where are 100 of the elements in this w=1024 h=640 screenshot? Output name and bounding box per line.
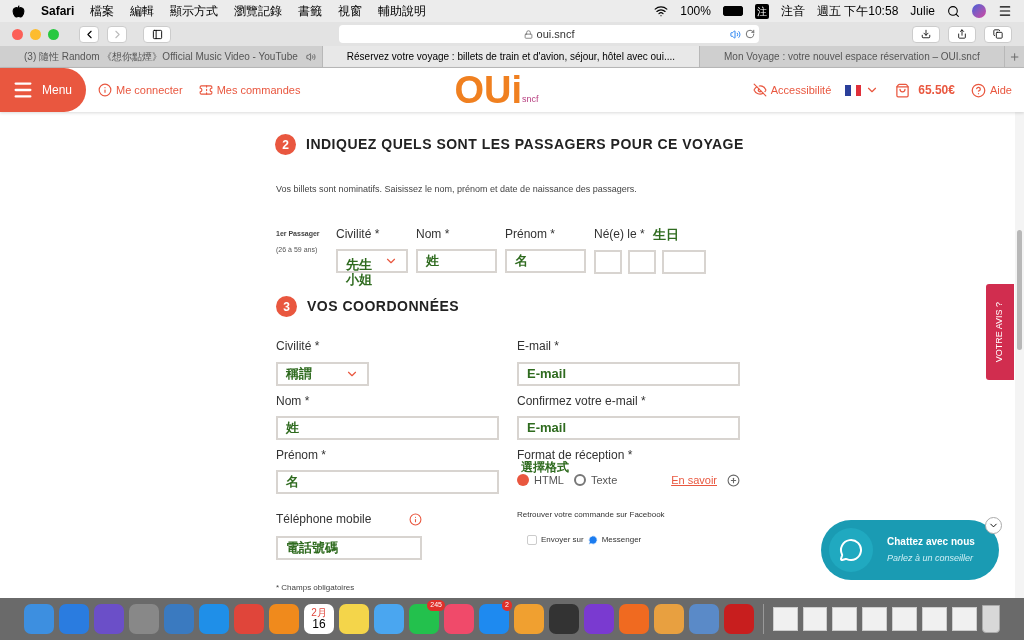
field-label: E-mail * — [517, 338, 560, 355]
section-title: VOS COORDONNÉES — [307, 297, 460, 316]
info-icon[interactable] — [409, 512, 422, 526]
app-icon[interactable] — [374, 604, 404, 634]
reload-icon[interactable] — [745, 29, 755, 39]
tabs-button[interactable] — [984, 25, 1012, 43]
app-icon[interactable] — [269, 604, 299, 634]
battery-percent: 100% — [680, 3, 711, 20]
day-input[interactable] — [594, 250, 622, 274]
clock[interactable]: 週五 下午10:58 — [816, 2, 899, 20]
civility-select[interactable]: 先生 — [336, 248, 408, 273]
menu-item[interactable]: 視窗 — [338, 2, 363, 20]
flag-icon — [845, 84, 862, 96]
browser-tab[interactable]: Réservez votre voyage : billets de train et d'avion, séjour, hôtel avec oui.... — [322, 46, 700, 67]
tabs-icon — [993, 29, 1003, 39]
window-thumbnail[interactable] — [802, 607, 828, 631]
forward-button[interactable] — [107, 25, 127, 43]
search-icon[interactable] — [947, 4, 960, 18]
app-icon[interactable] — [654, 604, 684, 634]
menu-item[interactable]: 瀏覽記錄 — [234, 2, 283, 20]
orders-link[interactable]: Mes commandes — [198, 81, 301, 99]
window-thumbnail[interactable] — [862, 607, 888, 631]
phone-input[interactable]: 電話號碼 — [276, 536, 422, 560]
app-icon[interactable] — [619, 604, 649, 634]
year-input[interactable] — [662, 250, 706, 274]
step-number-badge: 3 — [276, 296, 297, 317]
window-thumbnail[interactable] — [832, 607, 858, 631]
help-link[interactable]: Aide — [970, 81, 1012, 99]
share-icon — [957, 29, 967, 39]
app-icon[interactable] — [479, 604, 509, 634]
cart-total[interactable]: 65.50€ — [918, 81, 955, 99]
field-label: Téléphone mobile — [276, 511, 372, 528]
battery-icon[interactable] — [722, 6, 743, 16]
window-thumbnail[interactable] — [922, 607, 947, 631]
calendar-day: 16 — [312, 617, 326, 631]
menu-button[interactable]: Menu — [0, 68, 86, 112]
window-thumbnail[interactable] — [951, 607, 977, 631]
address-bar[interactable]: oui.sncf — [339, 25, 759, 43]
chat-subtitle: Parlez à un conseiller — [887, 552, 975, 566]
window-thumbnail[interactable] — [772, 607, 798, 631]
app-icon[interactable] — [339, 604, 369, 634]
window-thumbnail[interactable] — [892, 607, 917, 631]
expand-icon[interactable] — [727, 473, 740, 487]
civility-select[interactable]: 稱謂 — [276, 362, 369, 386]
download-button[interactable] — [912, 25, 940, 43]
menu-item[interactable]: 書籤 — [298, 2, 323, 20]
list-icon[interactable] — [998, 4, 1012, 18]
annotation-text: 生日 — [652, 225, 679, 244]
field-label: Confirmez votre e-mail * — [517, 393, 647, 410]
download-icon — [921, 29, 931, 39]
first-name-input[interactable]: 名 — [276, 470, 499, 494]
menu-item[interactable]: 輔助說明 — [378, 2, 427, 20]
app-icon[interactable] — [444, 604, 474, 634]
app-icon[interactable] — [129, 604, 159, 634]
last-name-input[interactable]: 姓 — [416, 248, 497, 273]
menu-item[interactable]: 顯示方式 — [170, 2, 219, 20]
scrollbar[interactable] — [1015, 112, 1024, 598]
back-button[interactable] — [79, 25, 99, 43]
messenger-checkbox[interactable] — [527, 534, 537, 545]
menu-item[interactable]: 檔案 — [90, 2, 115, 20]
facebook-note: Retrouver votre commande sur Facebook — [517, 508, 666, 521]
new-tab-icon[interactable] — [1008, 50, 1020, 63]
chat-bubble-icon — [839, 538, 863, 562]
cart-icon[interactable] — [895, 82, 911, 98]
format-radio[interactable]: Texte — [573, 472, 618, 489]
section-title: INDIQUEZ QUELS SONT LES PASSAGERS POUR CE VOYAGE — [306, 135, 744, 154]
sidebar-icon — [151, 28, 163, 40]
required-fields-note: * Champs obligatoires — [276, 582, 356, 594]
site-logo[interactable]: OUisncf — [454, 70, 539, 110]
app-icon[interactable] — [689, 604, 719, 634]
email-confirm-input[interactable]: E-mail — [517, 416, 740, 440]
app-icon[interactable] — [199, 604, 229, 634]
trash-icon[interactable] — [981, 605, 1000, 633]
menu-item[interactable]: 編輯 — [130, 2, 155, 20]
wifi-icon[interactable] — [654, 4, 669, 18]
email-input[interactable]: E-mail — [517, 362, 740, 386]
send-label: Envoyer sur — [541, 533, 584, 546]
apple-icon[interactable] — [12, 4, 25, 18]
speaker-icon[interactable] — [305, 51, 316, 62]
learn-more-link[interactable]: En savoir — [671, 472, 717, 489]
speaker-icon[interactable] — [730, 28, 741, 40]
app-icon[interactable] — [514, 604, 544, 634]
accessibility-link[interactable]: Accessibilité — [752, 81, 832, 99]
share-button[interactable] — [948, 25, 976, 43]
sidebar-button[interactable] — [143, 25, 171, 43]
user-name[interactable]: Julie — [910, 2, 935, 20]
login-link[interactable]: Me connecter — [98, 81, 183, 99]
menu-item[interactable]: Safari — [41, 2, 75, 20]
app-icon[interactable] — [24, 604, 54, 634]
collapse-chat-button[interactable] — [985, 517, 1002, 534]
last-name-input[interactable]: 姓 — [276, 416, 499, 440]
field-label: Format de réception * — [517, 447, 634, 462]
month-input[interactable] — [628, 250, 656, 274]
input-method-icon[interactable]: 注 — [754, 3, 769, 19]
app-icon[interactable]: 2月 16 — [304, 604, 334, 634]
feedback-tab[interactable]: VOTRE AVIS ? — [986, 284, 1014, 380]
format-radio[interactable]: HTML — [517, 472, 564, 489]
chat-title: Chattez avec nous — [887, 535, 975, 550]
app-icon[interactable] — [549, 604, 579, 634]
first-name-input[interactable]: 名 — [505, 248, 586, 273]
